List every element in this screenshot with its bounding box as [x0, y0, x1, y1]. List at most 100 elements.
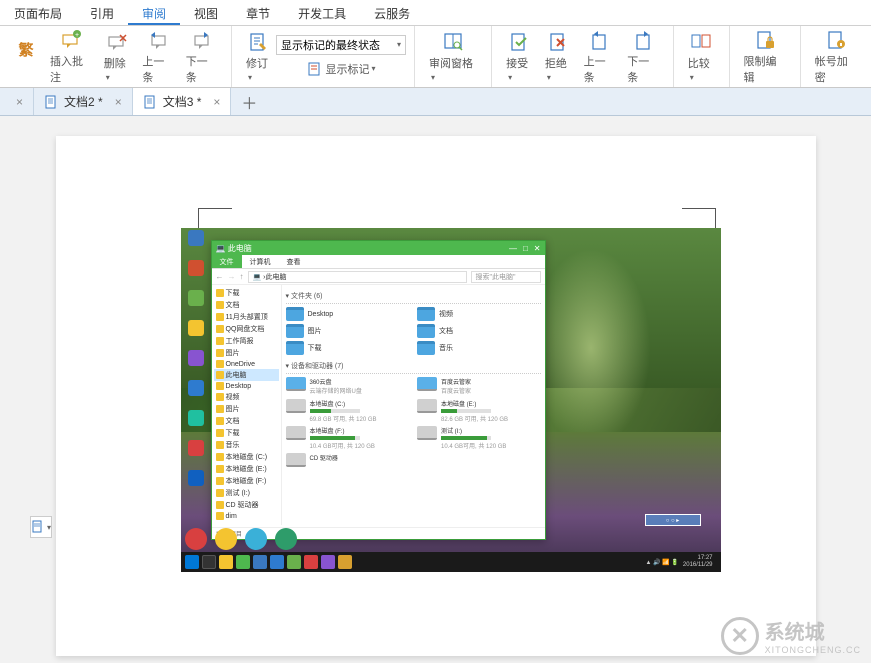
- menu-references[interactable]: 引用: [76, 0, 128, 25]
- folder-item[interactable]: 文档: [417, 324, 541, 338]
- close-icon[interactable]: ×: [16, 95, 23, 109]
- track-changes-button[interactable]: 修订▾: [240, 28, 276, 86]
- menu-cloud[interactable]: 云服务: [360, 0, 424, 25]
- nav-item[interactable]: OneDrive: [214, 359, 279, 369]
- taskbar-app-icon[interactable]: [287, 555, 301, 569]
- edge-icon[interactable]: [270, 555, 284, 569]
- nav-item[interactable]: 视频: [214, 391, 279, 403]
- desktop-icon[interactable]: [183, 350, 209, 378]
- nav-item[interactable]: 下载: [214, 427, 279, 439]
- show-markup-button[interactable]: 显示标记▾: [276, 59, 406, 79]
- folder-item[interactable]: 视频: [417, 307, 541, 321]
- explorer-tab-file[interactable]: 文件: [212, 255, 242, 268]
- drive-item[interactable]: 测试 (I:)10.4 GB可用, 共 120 GB: [417, 426, 541, 450]
- cloud-drive-item[interactable]: 360云盘云端存储的网络U盘: [286, 377, 410, 395]
- folders-header[interactable]: ▾ 文件夹 (6): [286, 289, 541, 304]
- start-button[interactable]: [185, 555, 199, 569]
- desktop-icon[interactable]: [183, 260, 209, 288]
- taskbar-clock[interactable]: 17:27 2016/11/29: [679, 555, 717, 568]
- menu-sections[interactable]: 章节: [232, 0, 284, 25]
- dock-icon[interactable]: [215, 528, 237, 550]
- forward-icon[interactable]: →: [228, 272, 236, 281]
- nav-item[interactable]: 下载: [214, 287, 279, 299]
- next-comment-button[interactable]: 下一条: [180, 26, 223, 88]
- prev-comment-button[interactable]: 上一条: [136, 26, 179, 88]
- desktop-icon[interactable]: [183, 380, 209, 408]
- nav-item[interactable]: QQ网盘文档: [214, 323, 279, 335]
- nav-item[interactable]: 11月头部置顶: [214, 311, 279, 323]
- doc-tab-2[interactable]: 文档2 * ×: [34, 88, 133, 115]
- desktop-icon[interactable]: [183, 320, 209, 348]
- doc-tab-3[interactable]: 文档3 * ×: [133, 88, 232, 115]
- nav-item[interactable]: 文档: [214, 415, 279, 427]
- desktop-icon[interactable]: [183, 440, 209, 468]
- nav-item[interactable]: Desktop: [214, 381, 279, 391]
- nav-item[interactable]: 图片: [214, 403, 279, 415]
- nav-item[interactable]: 工作简报: [214, 335, 279, 347]
- prev-change-button[interactable]: 上一条: [578, 26, 622, 88]
- minimize-icon[interactable]: —: [509, 244, 517, 253]
- review-pane-button[interactable]: 审阅窗格▾: [423, 28, 483, 86]
- nav-item[interactable]: 本地磁盘 (E:): [214, 463, 279, 475]
- close-icon[interactable]: ×: [213, 95, 220, 109]
- dock-icon[interactable]: [185, 528, 207, 550]
- insert-comment-button[interactable]: +插入批注: [44, 26, 98, 88]
- dock-icon[interactable]: [275, 528, 297, 550]
- cloud-drive-item[interactable]: 百度云管家百度云管家: [417, 377, 541, 395]
- taskbar-app-icon[interactable]: [219, 555, 233, 569]
- accept-button[interactable]: 接受▾: [500, 28, 539, 86]
- nav-item[interactable]: 本地磁盘 (C:): [214, 451, 279, 463]
- dock-icon[interactable]: [245, 528, 267, 550]
- taskbar-app-icon[interactable]: [338, 555, 352, 569]
- devices-header[interactable]: ▾ 设备和驱动器 (7): [286, 359, 541, 374]
- desktop-icon[interactable]: [183, 290, 209, 318]
- restrict-edit-button[interactable]: 限制编辑: [738, 26, 792, 88]
- compare-button[interactable]: 比较▾: [682, 28, 721, 86]
- nav-item[interactable]: 文档: [214, 299, 279, 311]
- back-icon[interactable]: ←: [216, 272, 224, 281]
- system-tray[interactable]: ▲ 🔊 📶 🔋: [646, 559, 679, 566]
- delete-comment-button[interactable]: 删除▾: [98, 28, 137, 86]
- desktop-icon[interactable]: [183, 470, 209, 498]
- float-tool-button[interactable]: ▾: [30, 516, 52, 538]
- close-icon[interactable]: ✕: [534, 244, 541, 253]
- explorer-tab-view[interactable]: 查看: [279, 255, 309, 268]
- nav-item[interactable]: dim: [214, 511, 279, 521]
- menu-review[interactable]: 审阅: [128, 0, 180, 25]
- add-tab-button[interactable]: ＋: [231, 88, 267, 115]
- folder-item[interactable]: 音乐: [417, 341, 541, 355]
- folder-item[interactable]: 图片: [286, 324, 410, 338]
- nav-item[interactable]: 本地磁盘 (F:): [214, 475, 279, 487]
- drive-item[interactable]: 本地磁盘 (C:)69.8 GB 可用, 共 120 GB: [286, 399, 410, 423]
- markup-state-dropdown[interactable]: 显示标记的最终状态▾: [276, 35, 406, 55]
- reject-button[interactable]: 拒绝▾: [539, 28, 578, 86]
- doc-tab-1[interactable]: ×: [0, 88, 34, 115]
- maximize-icon[interactable]: □: [523, 244, 528, 253]
- search-field[interactable]: 搜索"此电脑": [471, 271, 541, 283]
- taskbar-app-icon[interactable]: [304, 555, 318, 569]
- explorer-tab-computer[interactable]: 计算机: [242, 255, 279, 268]
- simplified-traditional-button[interactable]: 繁: [8, 36, 44, 78]
- nav-item[interactable]: 此电脑: [214, 369, 279, 381]
- taskbar-app-icon[interactable]: [236, 555, 250, 569]
- menu-developer[interactable]: 开发工具: [284, 0, 360, 25]
- address-field[interactable]: 💻 › 此电脑: [248, 271, 467, 283]
- nav-item[interactable]: 测试 (I:): [214, 487, 279, 499]
- taskbar-app-icon[interactable]: [253, 555, 267, 569]
- desktop-icon[interactable]: [183, 410, 209, 438]
- desktop-icon[interactable]: [183, 230, 209, 258]
- menu-view[interactable]: 视图: [180, 0, 232, 25]
- drive-item[interactable]: 本地磁盘 (E:)82.6 GB 可用, 共 120 GB: [417, 399, 541, 423]
- menu-page-layout[interactable]: 页面布局: [0, 0, 76, 25]
- explorer-titlebar[interactable]: 💻 此电脑 — □ ✕: [212, 241, 545, 255]
- next-change-button[interactable]: 下一条: [621, 26, 665, 88]
- up-icon[interactable]: ↑: [240, 272, 244, 281]
- drive-item[interactable]: CD 驱动器: [286, 453, 410, 467]
- taskview-icon[interactable]: [202, 555, 216, 569]
- nav-item[interactable]: 图片: [214, 347, 279, 359]
- folder-item[interactable]: 下载: [286, 341, 410, 355]
- nav-item[interactable]: 音乐: [214, 439, 279, 451]
- account-encrypt-button[interactable]: 帐号加密: [809, 26, 863, 88]
- nav-item[interactable]: CD 驱动器: [214, 499, 279, 511]
- drive-item[interactable]: 本地磁盘 (F:)10.4 GB可用, 共 120 GB: [286, 426, 410, 450]
